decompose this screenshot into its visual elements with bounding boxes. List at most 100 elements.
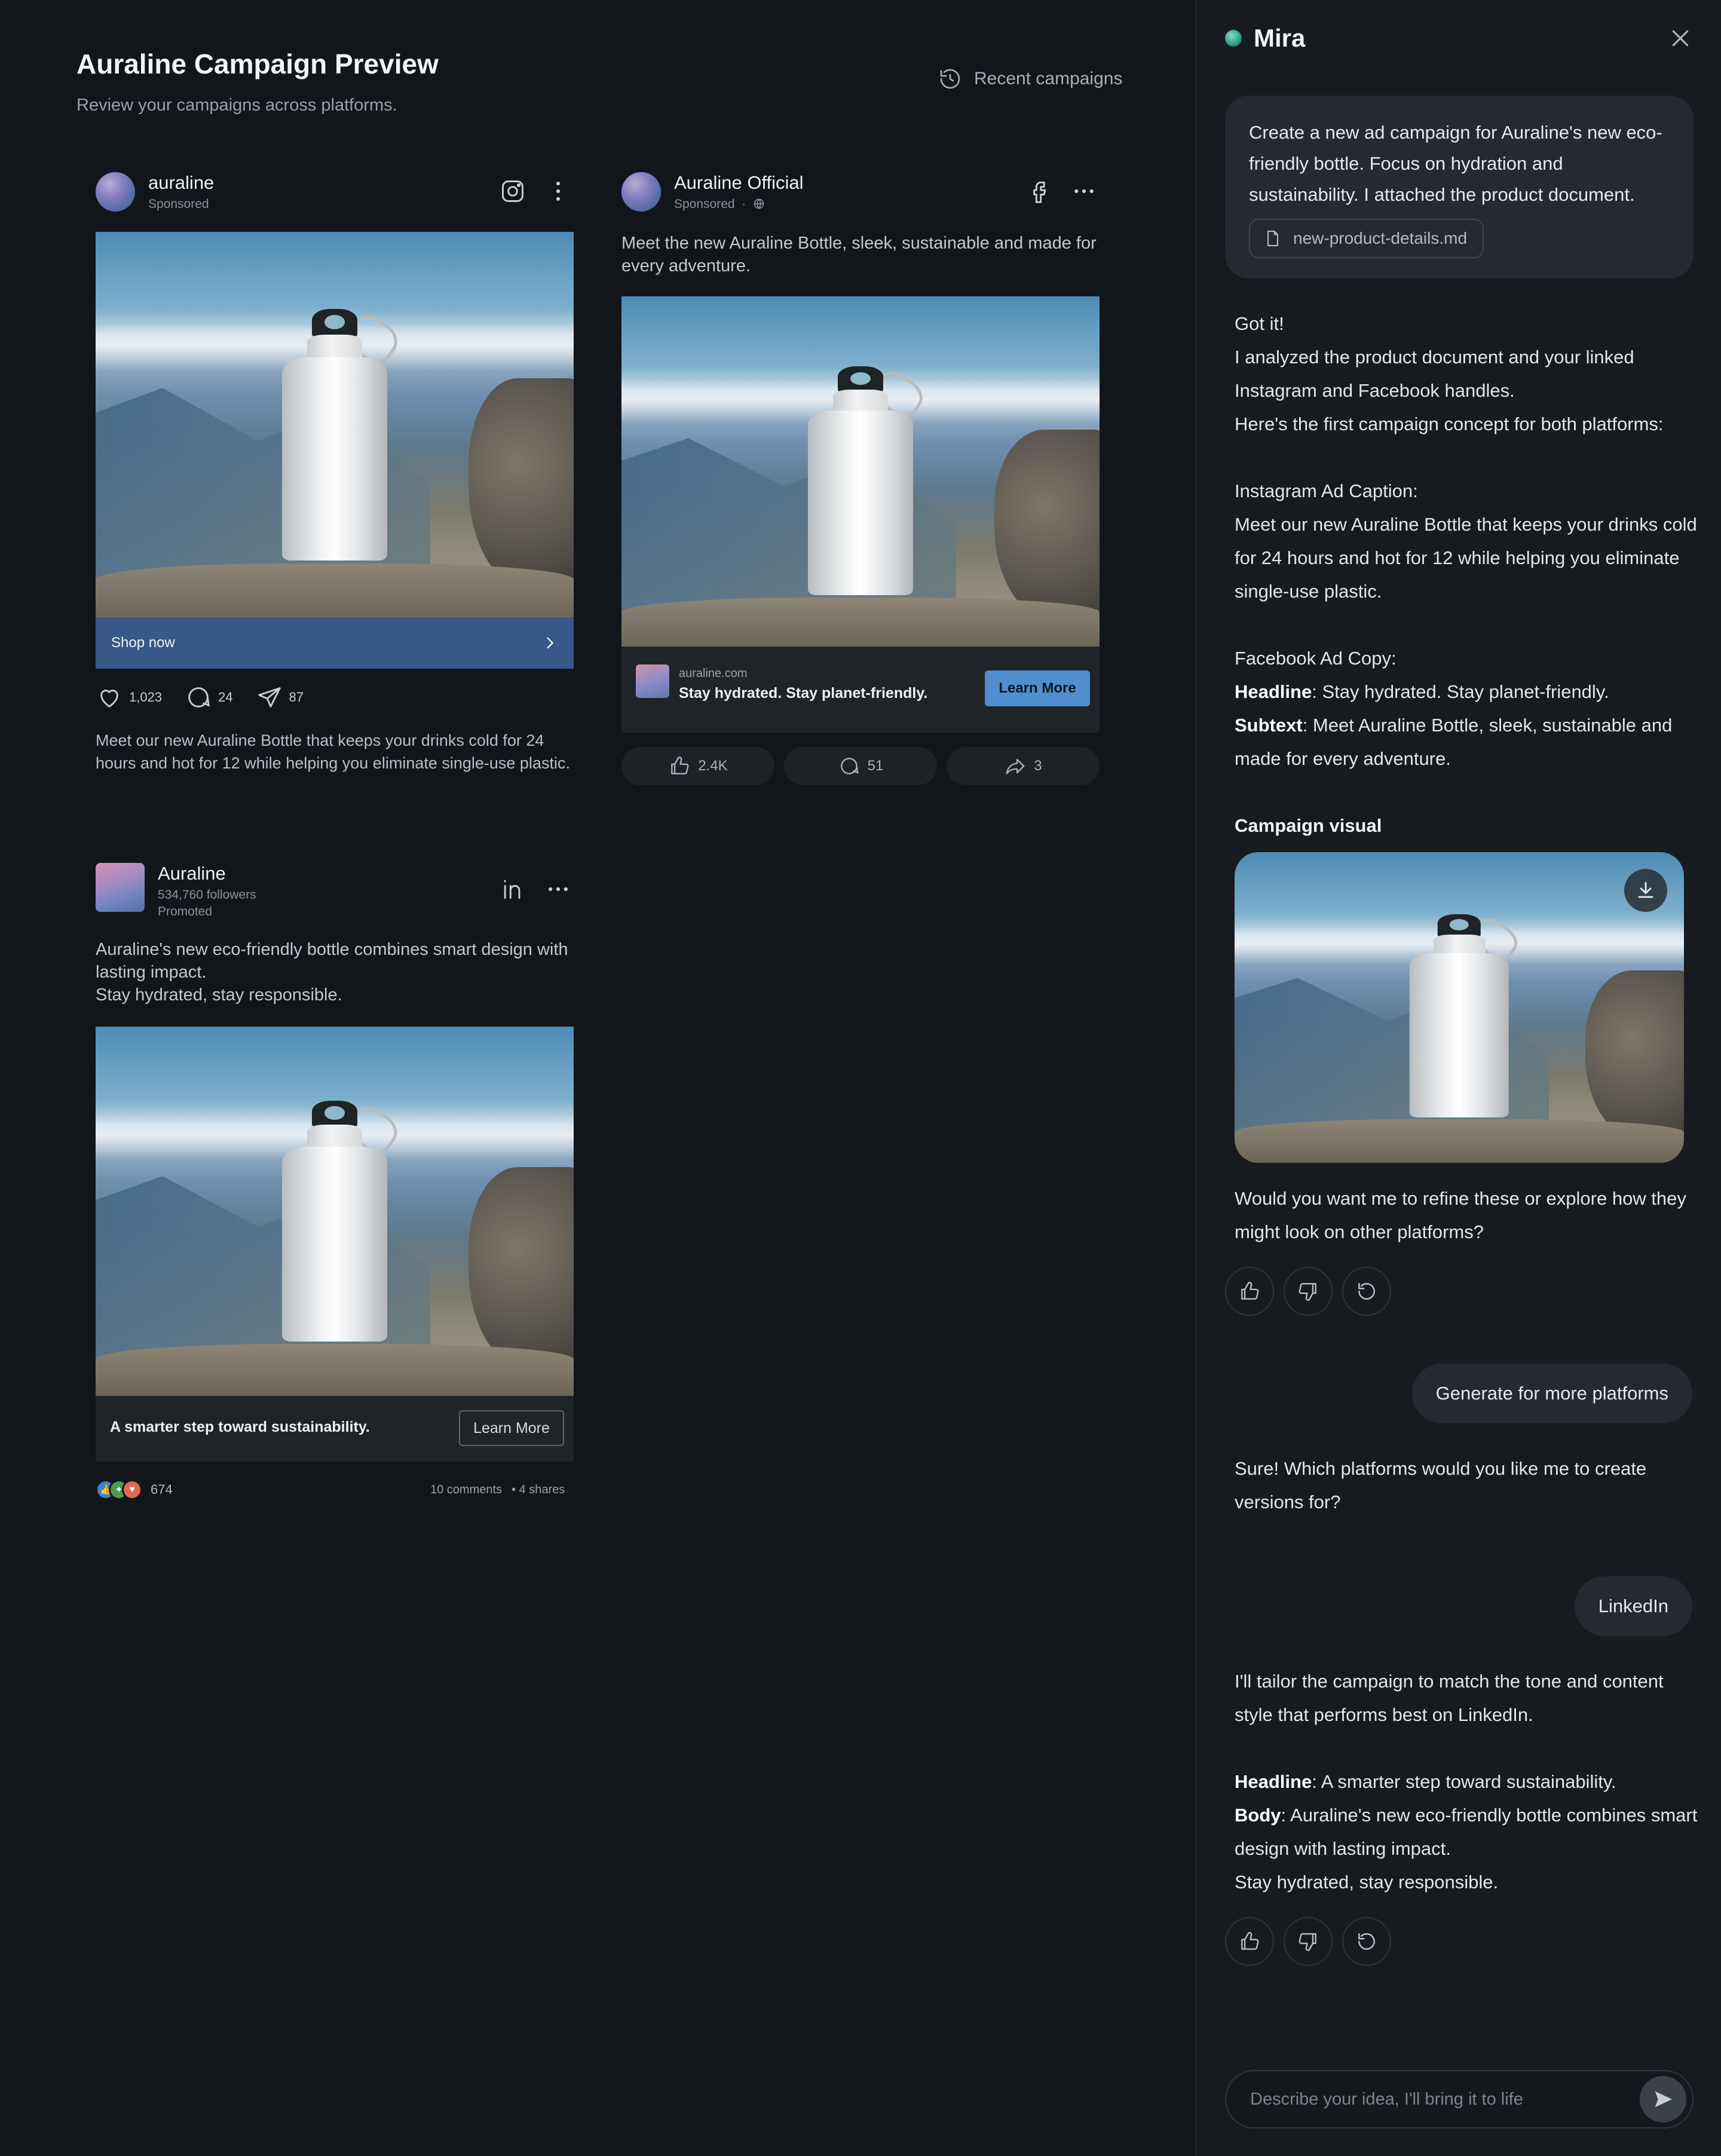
share-count: 87 — [289, 690, 304, 705]
comment-icon[interactable] — [185, 684, 212, 711]
account-name[interactable]: auraline — [148, 172, 214, 194]
avatar[interactable] — [96, 863, 145, 912]
prompt-input[interactable] — [1250, 2089, 1640, 2109]
linkedin-cta-bar[interactable]: A smarter step toward sustainability. Le… — [96, 1396, 574, 1462]
learn-more-button[interactable]: Learn More — [459, 1410, 564, 1446]
assistant-message: Got it! I analyzed the product document … — [1235, 313, 1697, 769]
download-button[interactable] — [1624, 869, 1667, 912]
instagram-header: auraline Sponsored — [96, 170, 574, 218]
comment-button[interactable]: 51 — [784, 747, 937, 785]
avatar[interactable] — [96, 172, 135, 212]
assistant-name: Mira — [1254, 24, 1306, 52]
assistant-message: I'll tailor the campaign to match the to… — [1235, 1671, 1698, 1892]
share-count: 3 — [1034, 758, 1042, 774]
linkedin-header: Auraline 534,760 followers Promoted — [96, 860, 574, 920]
feedback-actions — [1225, 1267, 1391, 1316]
user-message: Create a new ad campaign for Auraline's … — [1225, 96, 1694, 278]
thumbs-down-icon — [1299, 1283, 1316, 1301]
globe-icon — [753, 198, 765, 210]
facebook-link-bar[interactable]: auraline.com Stay hydrated. Stay planet-… — [621, 647, 1100, 733]
linkedin-caption: Auraline's new eco-friendly bottle combi… — [96, 938, 574, 1006]
campaign-visual-image — [1235, 852, 1684, 1163]
caption-line: Stay hydrated, stay responsible. — [96, 985, 342, 1004]
user-message-text: Create a new ad campaign for Auraline's … — [1249, 122, 1662, 205]
recent-campaigns-label: Recent campaigns — [974, 69, 1123, 88]
reaction-count: 674 — [151, 1482, 173, 1497]
attachment-chip[interactable]: new-product-details.md — [1249, 219, 1484, 258]
share-arrow-icon — [1006, 758, 1025, 774]
learn-more-button[interactable]: Learn More — [985, 670, 1090, 706]
account-name[interactable]: Auraline Official — [674, 172, 804, 194]
send-button[interactable] — [1640, 2076, 1686, 2123]
linkedin-icon — [500, 876, 526, 902]
thumbs-down-button[interactable] — [1284, 1267, 1333, 1316]
product-image — [96, 1027, 574, 1396]
comment-icon — [840, 758, 859, 774]
user-message: LinkedIn — [1574, 1576, 1692, 1636]
facebook-header: Auraline Official Sponsored · — [621, 170, 1100, 218]
thumbs-up-icon — [1241, 1932, 1259, 1950]
assistant-status-icon — [1225, 30, 1242, 47]
account-name[interactable]: Auraline — [158, 863, 226, 884]
instagram-caption: Meet our new Auraline Bottle that keeps … — [96, 731, 570, 772]
chat-header: Mira — [1225, 24, 1305, 53]
product-image — [621, 296, 1100, 647]
like-button[interactable]: 2.4K — [621, 747, 774, 785]
more-horizontal-icon[interactable] — [1071, 178, 1097, 204]
caption-line: Auraline's new eco-friendly bottle combi… — [96, 940, 568, 982]
link-headline: Stay hydrated. Stay planet-friendly. — [679, 685, 928, 702]
like-count: 2.4K — [698, 758, 728, 774]
linkedin-ad-card: Auraline 534,760 followers Promoted Aura… — [96, 860, 574, 1506]
thumbs-up-button[interactable] — [1225, 1267, 1274, 1316]
page-subtitle: Review your campaigns across platforms. — [76, 96, 397, 115]
more-vertical-icon[interactable] — [545, 178, 571, 204]
avatar[interactable] — [621, 172, 661, 212]
facebook-icon — [1025, 178, 1052, 204]
followers-count: 534,760 followers — [158, 888, 256, 902]
promoted-label: Promoted — [158, 905, 213, 918]
campaign-visual-heading: Campaign visual — [1235, 815, 1382, 836]
history-icon — [940, 69, 960, 89]
thumbs-up-button[interactable] — [1225, 1917, 1274, 1966]
refresh-icon — [1358, 1283, 1375, 1300]
user-message: Generate for more platforms — [1411, 1364, 1692, 1423]
facebook-caption: Meet the new Auraline Bottle, sleek, sus… — [621, 234, 1097, 275]
shares-count[interactable]: • 4 shares — [512, 1483, 565, 1497]
sponsored-label: Sponsored — [148, 197, 209, 211]
comment-count: 24 — [218, 690, 233, 705]
instagram-stats: 1,023 24 87 — [96, 684, 304, 711]
file-icon — [1267, 230, 1279, 247]
regenerate-button[interactable] — [1342, 1917, 1391, 1966]
download-icon — [1638, 881, 1653, 898]
thumbs-up-icon — [1241, 1282, 1259, 1300]
product-image — [96, 232, 574, 617]
campaign-preview: Auraline Campaign Preview Review your ca… — [0, 0, 1195, 2156]
thumbs-down-icon — [1299, 1933, 1316, 1951]
regenerate-button[interactable] — [1342, 1267, 1391, 1316]
shop-now-bar[interactable]: Shop now — [96, 617, 574, 669]
shop-now-label: Shop now — [111, 635, 175, 651]
sponsored-label: Sponsored · — [674, 197, 765, 212]
thumbs-down-button[interactable] — [1284, 1917, 1333, 1966]
send-icon — [1655, 2091, 1672, 2108]
assistant-chat-panel: Mira Create a new ad campaign for Aurali… — [1195, 0, 1721, 2156]
love-reaction-icon: ♥ — [122, 1480, 142, 1500]
more-horizontal-icon[interactable] — [545, 876, 571, 902]
recent-campaigns-button[interactable]: Recent campaigns — [938, 67, 1122, 91]
send-icon[interactable] — [256, 684, 283, 711]
link-domain: auraline.com — [679, 667, 748, 680]
assistant-message: Would you want me to refine these or exp… — [1235, 1188, 1686, 1242]
heart-icon[interactable] — [96, 684, 123, 711]
like-count: 1,023 — [129, 690, 163, 705]
reactions[interactable]: 👍 ✦ ♥ 674 — [96, 1480, 173, 1500]
close-icon[interactable] — [1668, 26, 1692, 50]
refresh-icon — [1358, 1933, 1375, 1950]
chat-composer — [1225, 2070, 1694, 2129]
share-button[interactable]: 3 — [947, 747, 1100, 785]
comments-count[interactable]: 10 comments — [430, 1483, 502, 1497]
attachment-name: new-product-details.md — [1293, 229, 1468, 247]
instagram-icon — [500, 178, 526, 204]
chevron-right-icon — [547, 637, 554, 649]
thumbs-up-icon — [671, 757, 689, 774]
assistant-message: Sure! Which platforms would you like me … — [1235, 1458, 1647, 1512]
